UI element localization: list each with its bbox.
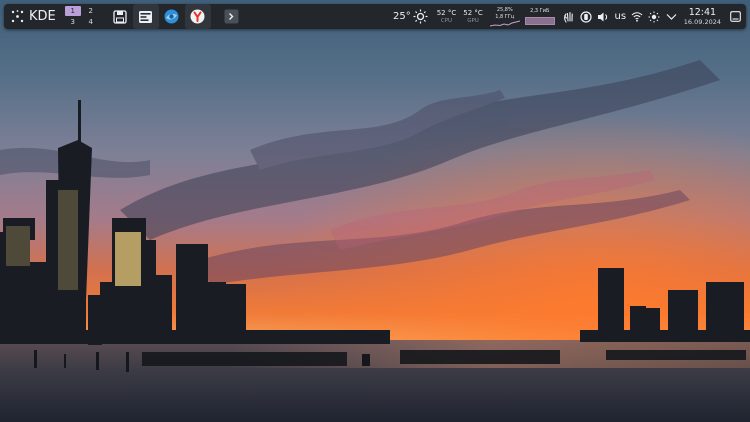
yandex-browser-icon bbox=[190, 9, 205, 24]
desktop-4[interactable]: 4 bbox=[83, 17, 99, 27]
chevron-down-icon bbox=[666, 13, 677, 20]
memory-usage-widget[interactable]: 2,3 ГиБ bbox=[524, 6, 555, 28]
desktop-2[interactable]: 2 bbox=[83, 6, 99, 16]
memory-usage-bar bbox=[524, 16, 555, 25]
cpu-temp-value: 52 °C bbox=[436, 8, 457, 17]
cpu-temp-sensor[interactable]: 52 °C CPU bbox=[437, 9, 457, 25]
memory-value: 2,3 ГиБ bbox=[530, 7, 550, 14]
cpu-usage-value: 25,8% bbox=[496, 6, 513, 13]
gpu-temp-label: GPU bbox=[467, 17, 479, 24]
show-desktop-icon bbox=[729, 11, 741, 22]
speaker-icon bbox=[598, 12, 608, 21]
terminal-icon bbox=[224, 9, 239, 24]
cpu-temp-label: CPU bbox=[440, 17, 453, 24]
tray-item-keyboard-layout[interactable]: us bbox=[612, 4, 629, 29]
tray-item-volume[interactable] bbox=[595, 4, 612, 29]
task-yandex-browser[interactable] bbox=[184, 4, 211, 29]
top-panel: KDE 1 2 3 4 25° 52 °C CPU 52 °C GPU 25,8… bbox=[4, 4, 746, 29]
sun-icon bbox=[413, 9, 428, 24]
digital-clock[interactable]: 12:41 16.09.2024 bbox=[683, 6, 721, 26]
system-monitor-icon bbox=[139, 10, 153, 23]
clock-date: 16.09.2024 bbox=[683, 17, 721, 26]
task-save-manager[interactable] bbox=[107, 4, 133, 29]
application-launcher[interactable]: KDE bbox=[4, 4, 61, 29]
tray-item-brightness[interactable] bbox=[646, 4, 663, 29]
floppy-disk-icon bbox=[113, 9, 127, 24]
hand-wave-icon bbox=[564, 11, 574, 23]
show-desktop-button[interactable] bbox=[726, 4, 744, 29]
task-terminal[interactable] bbox=[219, 4, 245, 29]
weather-widget[interactable]: 25° bbox=[393, 9, 428, 24]
brightness-icon bbox=[648, 11, 660, 22]
browser-icon bbox=[164, 9, 179, 24]
keyboard-layout-label: us bbox=[614, 11, 627, 22]
tray-item-hand[interactable] bbox=[561, 4, 578, 29]
gpu-temp-sensor[interactable]: 52 °C GPU bbox=[463, 9, 483, 25]
weather-temperature: 25° bbox=[392, 11, 411, 22]
cpu-load-graph[interactable]: 25,8% 1,8 ГГц bbox=[489, 6, 520, 28]
tray-item-updates[interactable] bbox=[578, 4, 595, 29]
load-graph-icon bbox=[489, 20, 520, 26]
virtual-desktop-pager: 1 2 3 4 bbox=[64, 6, 99, 27]
desktop-wallpaper bbox=[0, 0, 750, 422]
kde-logo-icon bbox=[11, 10, 24, 23]
task-browser[interactable] bbox=[159, 4, 185, 29]
launcher-label: KDE bbox=[29, 9, 56, 24]
tray-item-network[interactable] bbox=[629, 4, 646, 29]
desktop-1[interactable]: 1 bbox=[64, 6, 81, 16]
gpu-temp-value: 52 °C bbox=[463, 8, 483, 17]
task-system-monitor[interactable] bbox=[132, 4, 159, 29]
desktop-3[interactable]: 3 bbox=[65, 17, 81, 27]
wifi-icon bbox=[631, 12, 643, 22]
tray-expand-button[interactable] bbox=[663, 4, 680, 29]
clock-time: 12:41 bbox=[688, 6, 717, 18]
update-notifier-icon bbox=[580, 10, 592, 23]
